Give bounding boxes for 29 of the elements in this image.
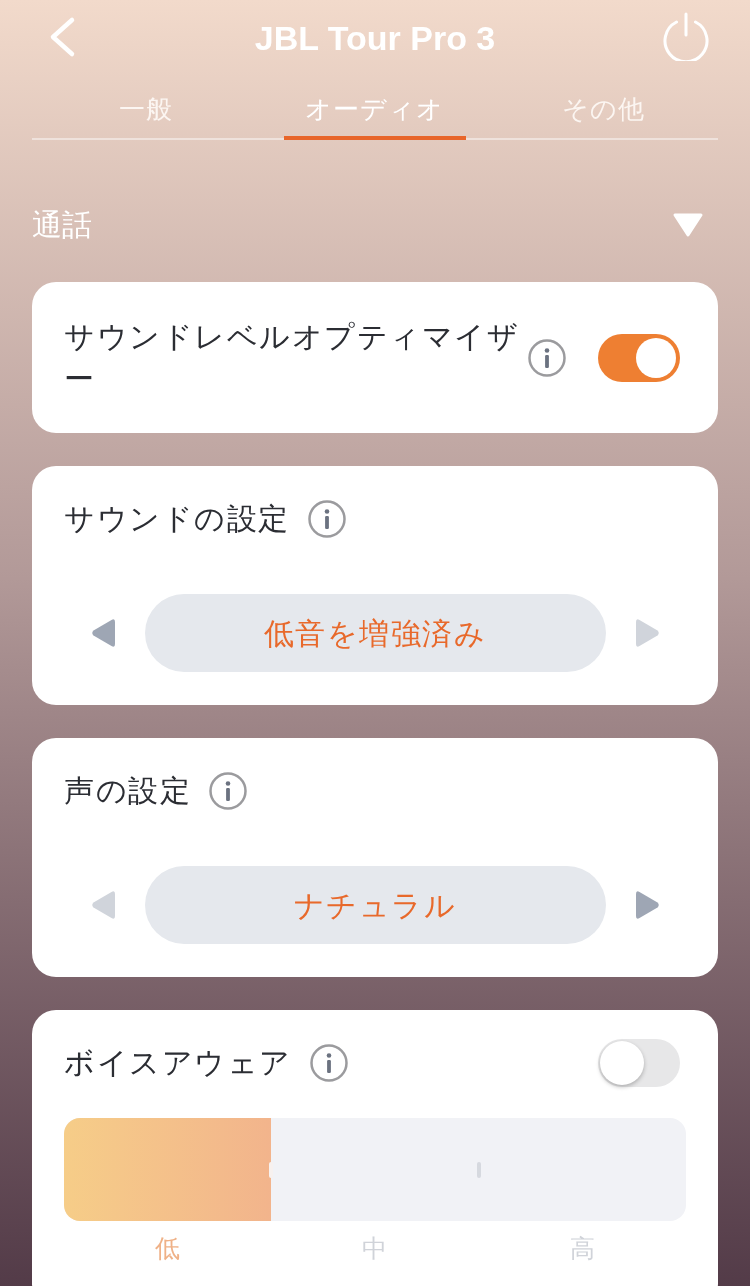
preset-value-display: ナチュラル [144, 866, 606, 944]
power-icon [661, 11, 711, 61]
info-icon[interactable] [528, 338, 566, 377]
setting-title: サウンドの設定 [64, 501, 290, 537]
toggle-switch[interactable] [598, 333, 680, 382]
preset-value-display: 低音を増強済み [144, 594, 606, 672]
setting-title: ボイスアウェア [64, 1045, 292, 1081]
level-slider-track[interactable] [64, 1118, 686, 1221]
left-triangle-icon [89, 618, 117, 648]
power-button[interactable] [661, 11, 711, 61]
previous-button[interactable] [89, 618, 117, 648]
left-triangle-icon [89, 890, 117, 920]
info-icon[interactable] [309, 1044, 348, 1082]
right-triangle-icon [633, 618, 661, 648]
app-title: JBL Tour Pro 3 [254, 21, 496, 55]
info-icon[interactable] [307, 500, 346, 538]
setting-title: 声の設定 [64, 773, 191, 809]
info-icon[interactable] [209, 772, 247, 810]
section-toggle-button[interactable] [672, 212, 704, 238]
setting-title: サウンドレベルオプティマイザー [64, 318, 520, 397]
next-button[interactable] [633, 890, 661, 920]
level-option[interactable]: 低 [155, 1229, 181, 1267]
slider-notch-icon [476, 1162, 481, 1178]
section-title: 通話 [32, 207, 92, 243]
caret-down-icon [672, 212, 704, 238]
slider-notch-icon [269, 1162, 274, 1178]
tab[interactable]: オーディオ [260, 76, 490, 138]
right-triangle-icon [633, 890, 661, 920]
toggle-switch[interactable] [598, 1039, 680, 1087]
